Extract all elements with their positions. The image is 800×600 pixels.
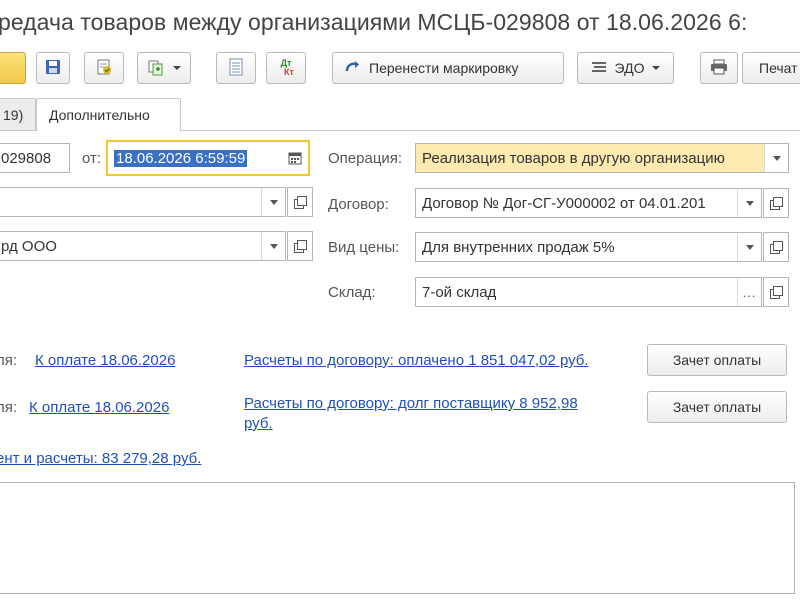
document-date-value: 18.06.2026 6:59:59	[114, 149, 248, 167]
offset-payment-button-2[interactable]: Зачет оплаты	[647, 391, 787, 423]
comment-textarea[interactable]	[0, 482, 795, 594]
tab-additional-label: Дополнительно	[49, 107, 150, 123]
offset-payment-label-2: Зачет оплаты	[672, 399, 762, 415]
price-type-value: Для внутренних продаж 5%	[422, 238, 615, 256]
printer-icon	[710, 59, 728, 78]
counterparty-value: рд ООО	[1, 237, 57, 255]
move-marking-label: Перенести маркировку	[369, 60, 519, 76]
document-number-value: 029808	[1, 149, 52, 167]
payment-row1-prefix: ля:	[0, 352, 18, 369]
save-button[interactable]	[36, 52, 70, 84]
price-type-field[interactable]: Для внутренних продаж 5%	[415, 232, 762, 262]
edo-icon	[591, 60, 607, 77]
tab-additional[interactable]: Дополнительно	[36, 98, 181, 131]
warehouse-field[interactable]: 7-ой склад ...	[415, 277, 762, 307]
edo-label: ЭДО	[614, 60, 645, 76]
post-document-icon	[95, 58, 113, 79]
tab-products-label: 19)	[3, 106, 24, 123]
contract-field[interactable]: Договор № Дог-СГ-У000002 от 04.01.201	[415, 188, 762, 218]
payment-due-link-1[interactable]: К оплате 18.06.2026	[35, 352, 175, 369]
date-label: от:	[82, 150, 102, 167]
chevron-down-icon	[269, 243, 278, 249]
open-contract-button[interactable]	[763, 188, 789, 218]
chevron-down-icon	[269, 199, 278, 205]
offset-payment-label-1: Зачет оплаты	[672, 352, 762, 368]
chevron-down-icon	[652, 66, 661, 70]
operation-field[interactable]: Реализация товаров в другую организацию	[415, 143, 789, 173]
chevron-down-icon	[173, 66, 181, 70]
list-document-icon	[229, 58, 243, 79]
dropdown-button[interactable]	[737, 189, 761, 217]
settlements-paid-link[interactable]: Расчеты по договору: оплачено 1 851 047,…	[244, 352, 589, 369]
warehouse-label: Склад:	[328, 284, 376, 301]
create-based-on-icon	[147, 58, 165, 79]
open-form-icon	[770, 197, 783, 210]
counterparty-field[interactable]: рд ООО	[0, 231, 286, 261]
open-price-type-button[interactable]	[763, 232, 789, 262]
chevron-down-icon	[772, 155, 781, 161]
open-form-icon	[770, 286, 783, 299]
print-menu-button[interactable]: Печат	[742, 52, 800, 84]
create-based-on-button[interactable]	[137, 52, 191, 84]
dt-kt-entries-button[interactable]: Дт Кт	[266, 52, 306, 84]
warehouse-value: 7-ой склад	[422, 283, 497, 301]
curved-arrow-icon	[345, 60, 361, 77]
tab-products[interactable]: 19)	[0, 98, 36, 130]
offset-payment-button-1[interactable]: Зачет оплаты	[647, 344, 787, 376]
contract-label: Договор:	[328, 196, 389, 213]
post-and-close-button[interactable]	[0, 52, 26, 84]
move-marking-button[interactable]: Перенести маркировку	[332, 52, 564, 84]
post-document-button[interactable]	[84, 52, 124, 84]
window-title: редача товаров между организациями МСЦБ-…	[0, 9, 748, 35]
payment-due-link-2[interactable]: К оплате 18.06.2026	[29, 399, 169, 416]
select-ellipsis-button[interactable]: ...	[737, 278, 761, 306]
edo-menu-button[interactable]: ЭДО	[577, 52, 674, 84]
document-date-field[interactable]: 18.06.2026 6:59:59	[106, 140, 310, 176]
print-label: Печат	[759, 60, 798, 76]
open-form-icon	[294, 240, 307, 253]
chevron-down-icon	[745, 200, 754, 206]
price-type-label: Вид цены:	[328, 239, 400, 256]
operation-label: Операция:	[328, 150, 403, 167]
dropdown-button[interactable]	[261, 232, 285, 260]
payment-row2-prefix: ля:	[0, 399, 18, 416]
open-form-icon	[294, 196, 307, 209]
floppy-disk-icon	[45, 59, 61, 78]
chevron-down-icon	[745, 244, 754, 250]
document-number-field[interactable]: 029808	[0, 143, 70, 173]
open-warehouse-button[interactable]	[763, 277, 789, 307]
dt-kt-icon-bottom: Кт	[284, 67, 294, 77]
dropdown-button[interactable]	[764, 144, 788, 172]
calendar-icon[interactable]	[288, 151, 302, 169]
report-structure-button[interactable]	[216, 52, 256, 84]
organization-field[interactable]	[0, 187, 286, 217]
open-counterparty-button[interactable]	[287, 231, 313, 261]
operation-value: Реализация товаров в другую организацию	[422, 149, 725, 167]
dropdown-button[interactable]	[261, 188, 285, 216]
open-form-icon	[770, 241, 783, 254]
open-organization-button[interactable]	[287, 187, 313, 217]
settlements-debt-line2: руб.	[244, 415, 273, 432]
print-button[interactable]	[700, 52, 738, 84]
dropdown-button[interactable]	[737, 233, 761, 261]
settlements-debt-link[interactable]: Расчеты по договору: долг поставщику 8 9…	[244, 394, 578, 434]
contract-value: Договор № Дог-СГ-У000002 от 04.01.201	[422, 194, 706, 212]
settlements-debt-line1: Расчеты по договору: долг поставщику 8 9…	[244, 395, 578, 412]
payment-and-settlements-link[interactable]: ент и расчеты: 83 279,28 руб.	[0, 450, 201, 467]
